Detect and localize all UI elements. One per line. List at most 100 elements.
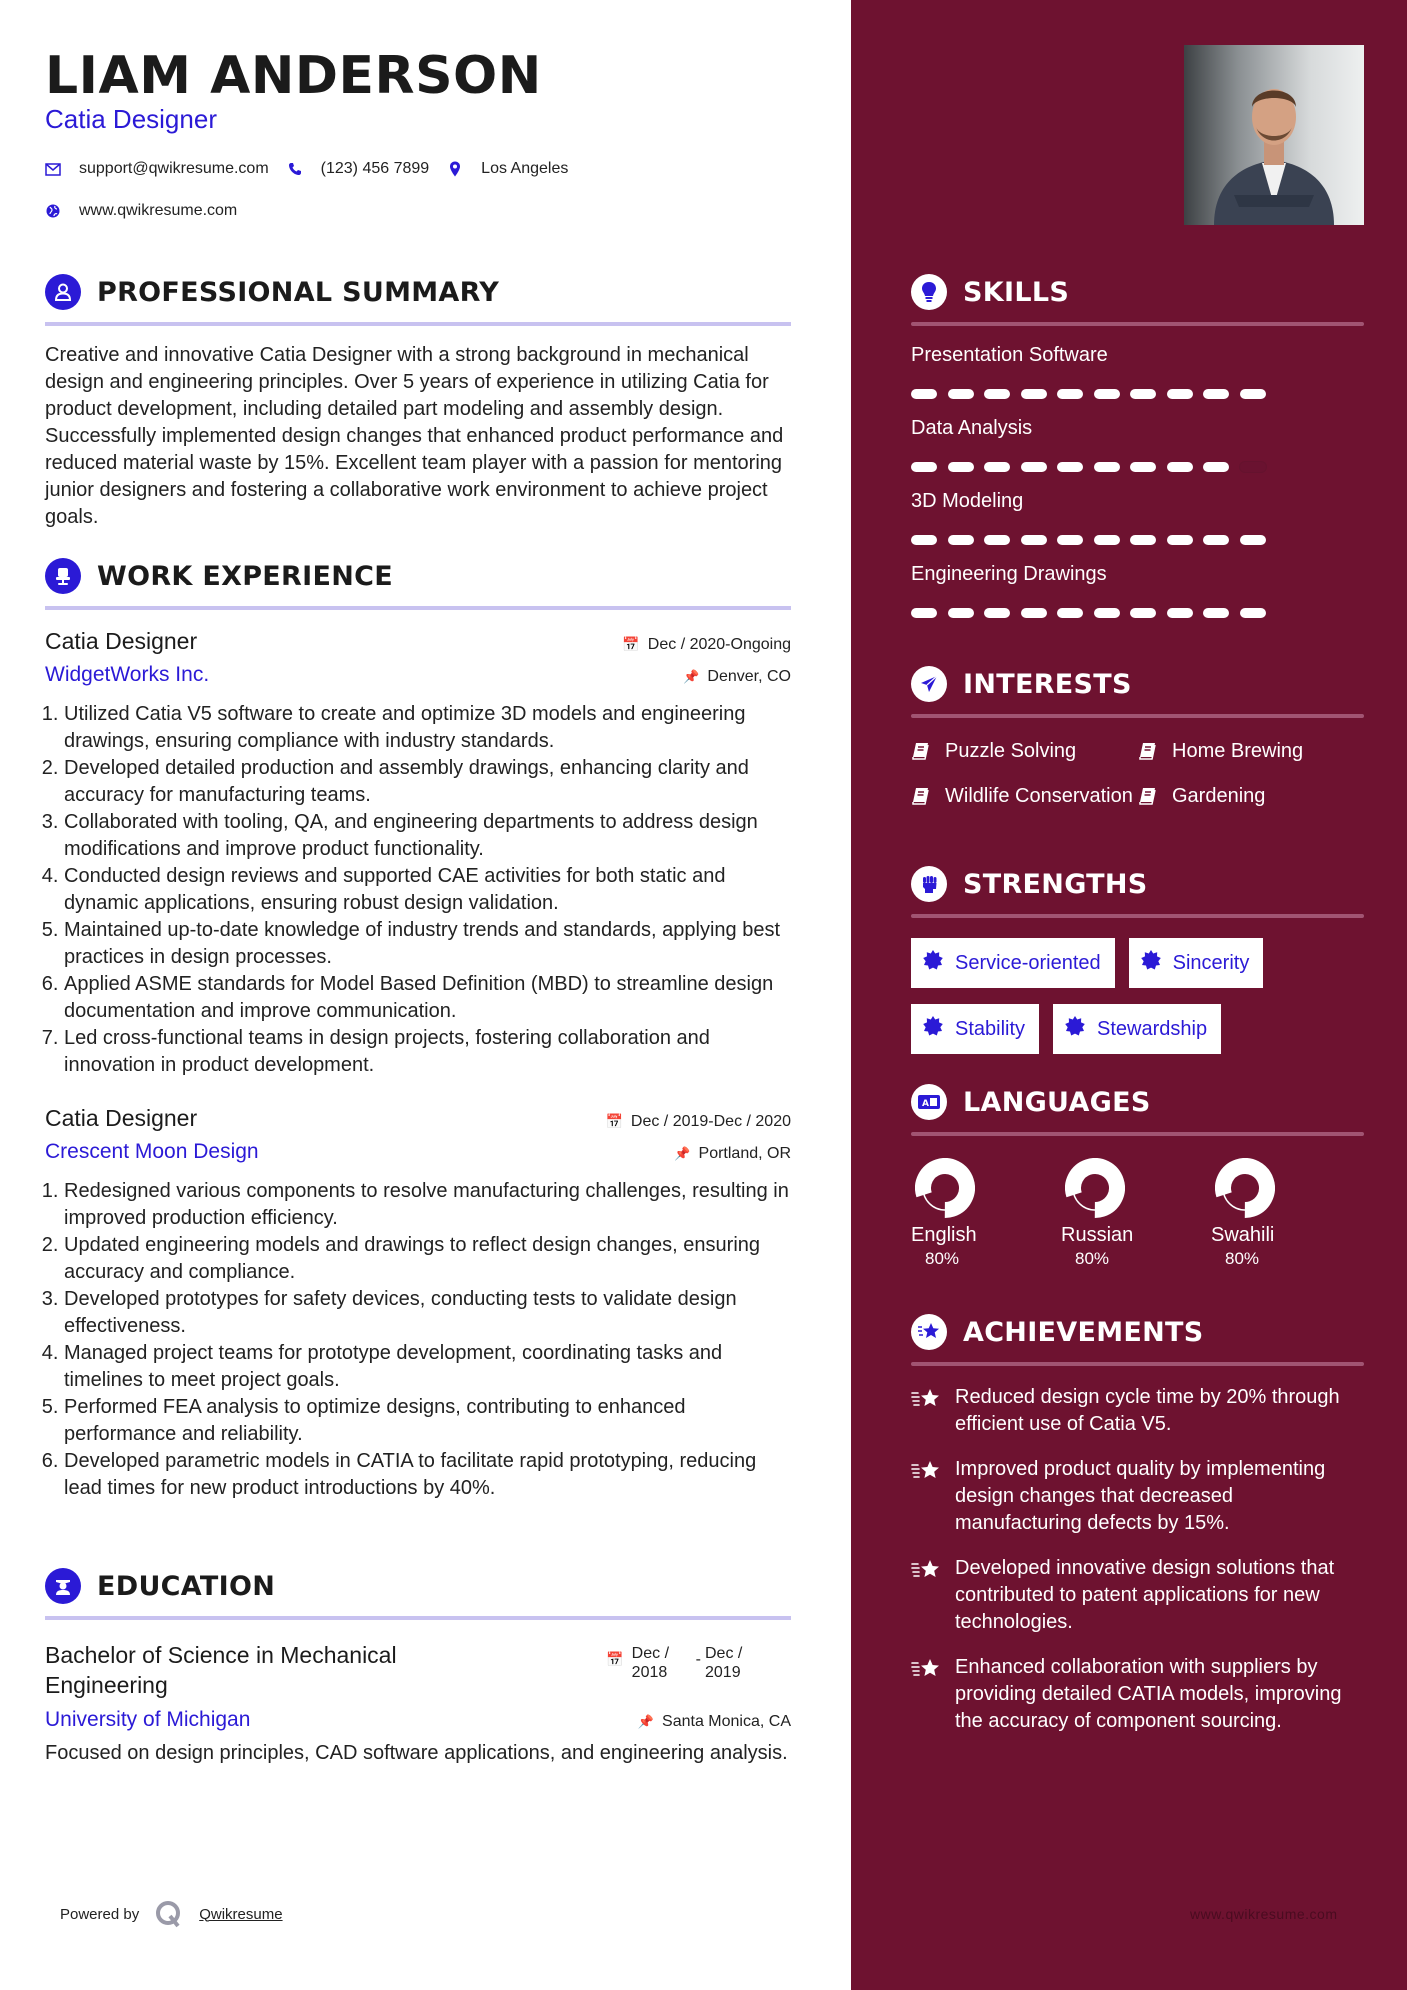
pushpin-icon: 📌 xyxy=(674,1146,691,1161)
rating-dash-filled xyxy=(1130,462,1156,472)
interest-item: Home Brewing xyxy=(1138,738,1364,769)
shooting-star-icon xyxy=(911,1656,943,1735)
strength-label: Stewardship xyxy=(1097,1017,1208,1040)
section-divider xyxy=(911,714,1364,718)
rating-dash-filled xyxy=(1203,608,1229,618)
book-icon xyxy=(911,741,933,769)
rating-dash-filled xyxy=(1020,608,1047,618)
book-icon xyxy=(1138,741,1160,769)
languages-section: A LANGUAGES English 80% Russian 80% Swahili 8… xyxy=(911,1082,1364,1269)
achievement-item: Improved product quality by implementing… xyxy=(911,1456,1364,1537)
envelope-icon xyxy=(45,161,61,177)
translate-icon: A xyxy=(911,1084,947,1120)
language-percent: 80% xyxy=(1075,1249,1110,1268)
degree-name: Bachelor of Science in Mechanical Engine… xyxy=(45,1642,397,1698)
shooting-star-icon xyxy=(911,1557,943,1636)
section-title: STRENGTHS xyxy=(963,868,1148,900)
bullet-item: Managed project teams for prototype deve… xyxy=(64,1340,791,1394)
watermark: www.qwikresume.com xyxy=(1190,1906,1338,1922)
job-title: Catia Designer xyxy=(45,1105,198,1131)
job-entry: Catia Designer 📅 Dec / 2020-Ongoing Widge… xyxy=(45,628,791,1079)
book-icon xyxy=(911,786,933,814)
rating-dash-filled xyxy=(911,535,937,545)
language-item: Swahili 80% xyxy=(1211,1158,1361,1269)
rating-dash-filled xyxy=(911,389,937,399)
bullet-item: Developed parametric models in CATIA to … xyxy=(64,1448,791,1502)
rating-dash-filled xyxy=(947,608,974,618)
qwikresume-link[interactable]: Qwikresume xyxy=(199,1906,282,1923)
skill-name: 3D Modeling xyxy=(911,490,1024,512)
job-location: Portland, OR xyxy=(698,1145,791,1162)
rating-dash-filled xyxy=(1203,535,1229,545)
office-chair-icon xyxy=(45,558,81,594)
rating-dash-filled xyxy=(1239,608,1266,618)
skill-rating xyxy=(911,389,1364,399)
section-title: EDUCATION xyxy=(97,1570,276,1602)
section-divider xyxy=(911,322,1364,326)
rating-dash-filled xyxy=(1093,462,1120,472)
bullet-item: Maintained up-to-date knowledge of indus… xyxy=(64,917,791,971)
strength-chip: Stability xyxy=(911,1004,1040,1054)
rating-dash-empty xyxy=(1239,462,1266,472)
rating-dash-filled xyxy=(1166,389,1193,399)
contact-phone[interactable]: (123) 456 7899 xyxy=(287,160,429,178)
rating-dash-filled xyxy=(1057,389,1083,399)
rating-dash-filled xyxy=(947,389,974,399)
rating-dash-filled xyxy=(1057,535,1083,545)
company-name: Crescent Moon Design xyxy=(45,1140,259,1163)
achievement-item: Enhanced collaboration with suppliers by… xyxy=(911,1654,1364,1735)
qwikresume-logo-icon xyxy=(156,1901,181,1928)
bullet-item: Developed detailed production and assemb… xyxy=(64,755,791,809)
section-divider xyxy=(911,914,1364,918)
skill-item: Data Analysis xyxy=(911,417,1364,472)
skill-item: Presentation Software xyxy=(911,344,1364,399)
globe-icon xyxy=(45,203,61,219)
phone-icon xyxy=(287,161,303,177)
interest-label: Puzzle Solving xyxy=(945,740,1077,762)
interest-item: Wildlife Conservation xyxy=(911,783,1138,814)
pushpin-icon: 📌 xyxy=(637,1714,655,1729)
contact-email[interactable]: support@qwikresume.com xyxy=(45,160,269,178)
job-dates: Dec / 2020-Ongoing xyxy=(647,635,791,653)
contact-location: Los Angeles xyxy=(447,160,568,178)
strengths-section: STRENGTHS Service-oriented Sincerity Stabi… xyxy=(911,864,1364,1070)
skill-rating xyxy=(911,535,1364,545)
interest-item: Puzzle Solving xyxy=(911,738,1138,769)
powered-by-label: Powered by xyxy=(60,1905,140,1923)
job-bullets: Utilized Catia V5 software to create and… xyxy=(45,701,791,1079)
rating-dash-filled xyxy=(984,608,1010,618)
interests-section: INTERESTS Puzzle Solving Home Brewing Wild… xyxy=(911,664,1364,814)
section-divider xyxy=(45,1616,791,1620)
bullet-item: Conducted design reviews and supported C… xyxy=(64,863,791,917)
skill-rating xyxy=(911,462,1364,472)
calendar-icon: 📅 xyxy=(605,1113,623,1129)
language-name: Swahili xyxy=(1211,1224,1275,1246)
job-location: Denver, CO xyxy=(707,668,791,685)
section-title: PROFESSIONAL SUMMARY xyxy=(97,276,500,308)
rating-dash-filled xyxy=(984,462,1010,472)
skill-name: Data Analysis xyxy=(911,417,1033,439)
job-title: Catia Designer xyxy=(45,628,198,654)
contact-website[interactable]: www.qwikresume.com xyxy=(45,202,237,220)
skill-item: Engineering Drawings xyxy=(911,563,1364,618)
shooting-star-icon xyxy=(911,1458,943,1537)
badge-icon xyxy=(923,950,943,976)
donut-fill xyxy=(1215,1158,1275,1218)
rating-dash-filled xyxy=(1020,535,1047,545)
edu-end-date: Dec / 2019 xyxy=(705,1645,743,1681)
bullet-item: Utilized Catia V5 software to create and… xyxy=(64,701,791,755)
interest-label: Wildlife Conservation xyxy=(945,785,1133,807)
language-item: Russian 80% xyxy=(1061,1158,1211,1269)
job-dates: Dec / 2019-Dec / 2020 xyxy=(630,1112,791,1130)
interest-item: Gardening xyxy=(1138,783,1364,814)
experience-section: WORK EXPERIENCE Catia Designer 📅 Dec / 20… xyxy=(45,556,791,1502)
achievement-item: Reduced design cycle time by 20% through… xyxy=(911,1384,1364,1438)
section-title: INTERESTS xyxy=(963,668,1132,700)
language-donut xyxy=(1215,1158,1275,1218)
shooting-star-icon xyxy=(911,1386,943,1438)
graduate-icon xyxy=(45,1568,81,1604)
language-item: English 80% xyxy=(911,1158,1061,1269)
calendar-icon: 📅 xyxy=(622,636,640,652)
section-divider xyxy=(911,1362,1364,1366)
edu-description: Focused on design principles, CAD softwa… xyxy=(45,1742,788,1764)
